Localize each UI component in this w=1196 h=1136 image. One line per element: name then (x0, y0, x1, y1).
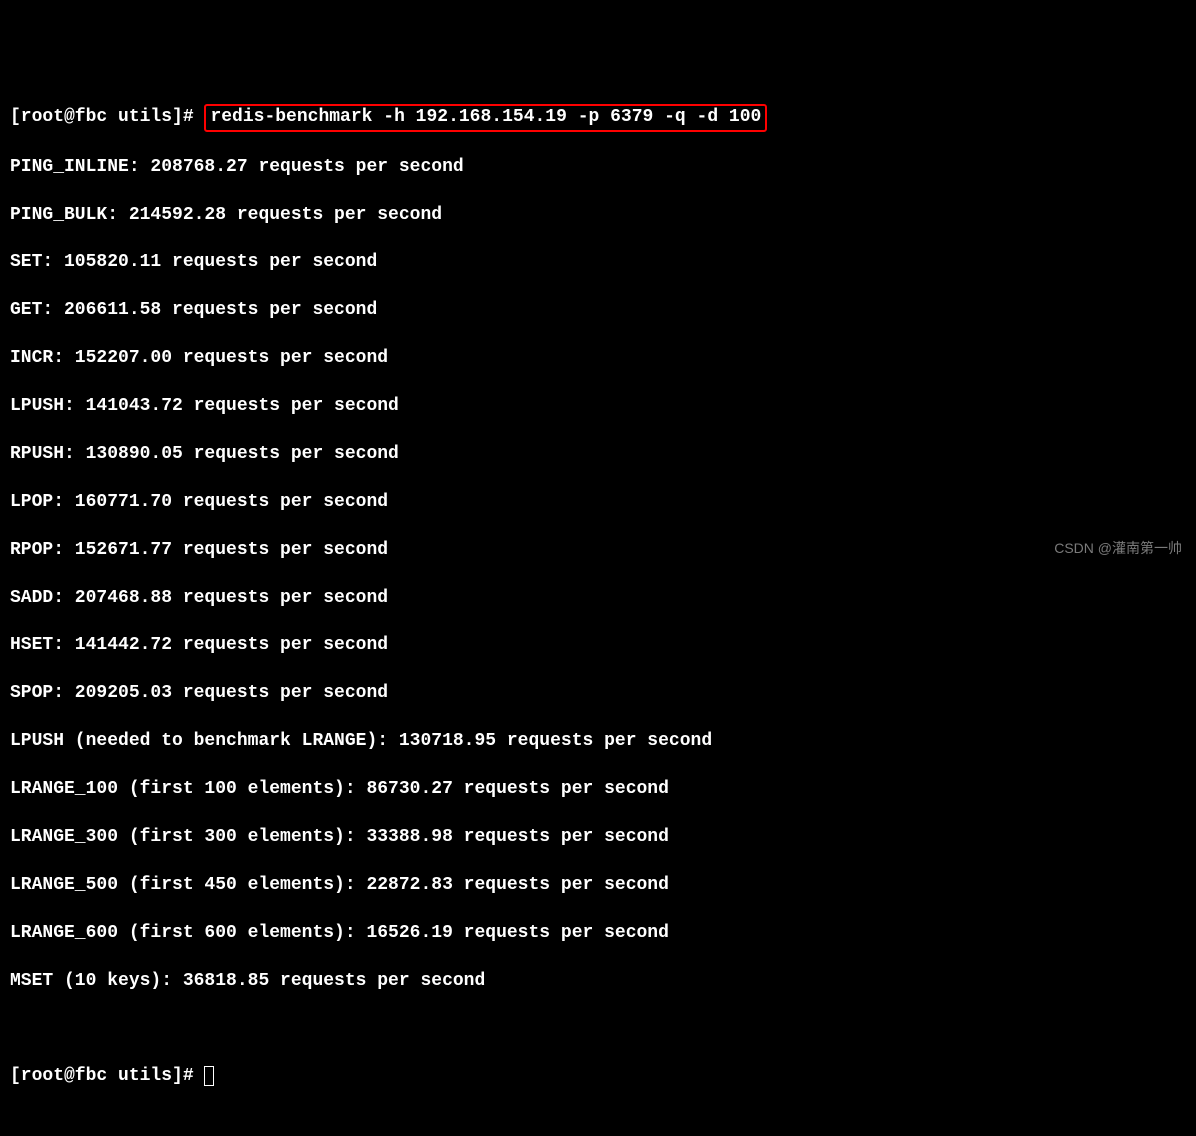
output-line: SET: 105820.11 requests per second (10, 251, 1186, 275)
output-line: LPUSH (needed to benchmark LRANGE): 1307… (10, 730, 1186, 754)
output-line: PING_INLINE: 208768.27 requests per seco… (10, 156, 1186, 180)
blank-line (10, 1017, 1186, 1041)
output-line: PING_BULK: 214592.28 requests per second (10, 204, 1186, 228)
output-line: LRANGE_300 (first 300 elements): 33388.9… (10, 826, 1186, 850)
watermark: CSDN @灌南第一帅 (1054, 539, 1182, 558)
shell-prompt: [root@fbc utils]# (10, 1066, 204, 1086)
cursor-icon (204, 1066, 214, 1086)
output-line: INCR: 152207.00 requests per second (10, 347, 1186, 371)
output-line: HSET: 141442.72 requests per second (10, 634, 1186, 658)
output-line: LPUSH: 141043.72 requests per second (10, 395, 1186, 419)
output-line: LPOP: 160771.70 requests per second (10, 491, 1186, 515)
output-line: GET: 206611.58 requests per second (10, 299, 1186, 323)
command-line: [root@fbc utils]# redis-benchmark -h 192… (10, 104, 1186, 132)
output-line: LRANGE_100 (first 100 elements): 86730.2… (10, 778, 1186, 802)
output-line: LRANGE_600 (first 600 elements): 16526.1… (10, 922, 1186, 946)
shell-prompt: [root@fbc utils]# (10, 107, 204, 127)
output-line: MSET (10 keys): 36818.85 requests per se… (10, 970, 1186, 994)
output-line: SADD: 207468.88 requests per second (10, 587, 1186, 611)
highlighted-command: redis-benchmark -h 192.168.154.19 -p 637… (204, 104, 767, 132)
output-line: RPUSH: 130890.05 requests per second (10, 443, 1186, 467)
output-line: SPOP: 209205.03 requests per second (10, 682, 1186, 706)
output-line: RPOP: 152671.77 requests per second (10, 539, 1186, 563)
prompt-line[interactable]: [root@fbc utils]# (10, 1065, 1186, 1089)
output-line: LRANGE_500 (first 450 elements): 22872.8… (10, 874, 1186, 898)
